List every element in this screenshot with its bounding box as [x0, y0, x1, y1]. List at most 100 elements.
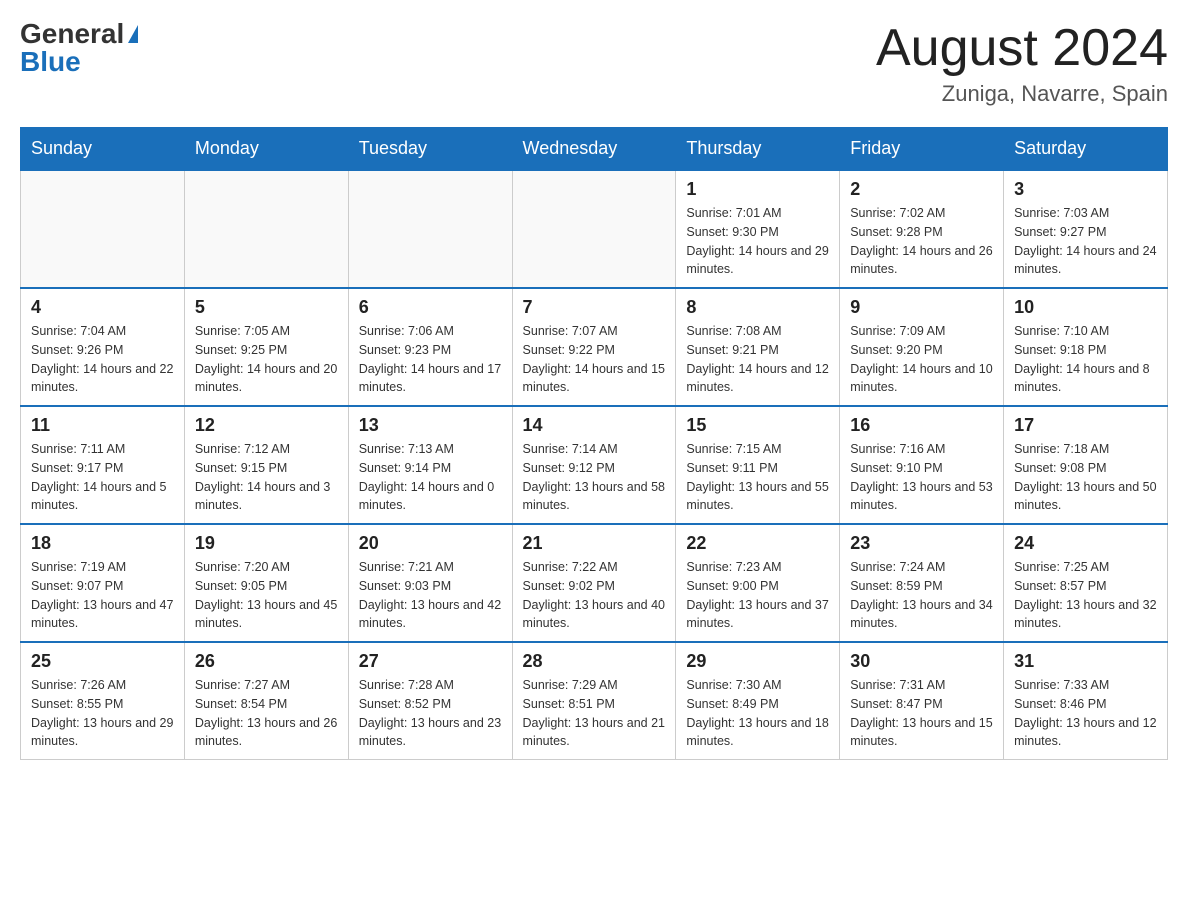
- day-number: 3: [1014, 179, 1157, 200]
- calendar-header-monday: Monday: [184, 128, 348, 171]
- day-number: 30: [850, 651, 993, 672]
- day-number: 18: [31, 533, 174, 554]
- day-number: 17: [1014, 415, 1157, 436]
- calendar-cell: 16 Sunrise: 7:16 AMSunset: 9:10 PMDayligh…: [840, 406, 1004, 524]
- day-number: 11: [31, 415, 174, 436]
- day-number: 19: [195, 533, 338, 554]
- day-info: Sunrise: 7:06 AMSunset: 9:23 PMDaylight:…: [359, 322, 502, 397]
- day-info: Sunrise: 7:24 AMSunset: 8:59 PMDaylight:…: [850, 558, 993, 633]
- calendar-cell: 6 Sunrise: 7:06 AMSunset: 9:23 PMDaylight…: [348, 288, 512, 406]
- day-info: Sunrise: 7:12 AMSunset: 9:15 PMDaylight:…: [195, 440, 338, 515]
- day-info: Sunrise: 7:19 AMSunset: 9:07 PMDaylight:…: [31, 558, 174, 633]
- day-number: 21: [523, 533, 666, 554]
- day-info: Sunrise: 7:08 AMSunset: 9:21 PMDaylight:…: [686, 322, 829, 397]
- calendar-cell: 18 Sunrise: 7:19 AMSunset: 9:07 PMDayligh…: [21, 524, 185, 642]
- day-info: Sunrise: 7:23 AMSunset: 9:00 PMDaylight:…: [686, 558, 829, 633]
- calendar-cell: 31Sunrise: 7:33 AMSunset: 8:46 PMDayligh…: [1004, 642, 1168, 760]
- calendar-cell: 26 Sunrise: 7:27 AMSunset: 8:54 PMDayligh…: [184, 642, 348, 760]
- calendar-header-tuesday: Tuesday: [348, 128, 512, 171]
- day-number: 27: [359, 651, 502, 672]
- day-info: Sunrise: 7:21 AMSunset: 9:03 PMDaylight:…: [359, 558, 502, 633]
- day-info: Sunrise: 7:09 AMSunset: 9:20 PMDaylight:…: [850, 322, 993, 397]
- day-number: 4: [31, 297, 174, 318]
- day-number: 26: [195, 651, 338, 672]
- day-info: Sunrise: 7:33 AMSunset: 8:46 PMDaylight:…: [1014, 676, 1157, 751]
- day-info: Sunrise: 7:27 AMSunset: 8:54 PMDaylight:…: [195, 676, 338, 751]
- day-number: 10: [1014, 297, 1157, 318]
- calendar-cell: 5Sunrise: 7:05 AMSunset: 9:25 PMDaylight…: [184, 288, 348, 406]
- day-number: 23: [850, 533, 993, 554]
- day-info: Sunrise: 7:16 AMSunset: 9:10 PMDaylight:…: [850, 440, 993, 515]
- calendar-header-thursday: Thursday: [676, 128, 840, 171]
- day-info: Sunrise: 7:14 AMSunset: 9:12 PMDaylight:…: [523, 440, 666, 515]
- calendar-cell: 29 Sunrise: 7:30 AMSunset: 8:49 PMDayligh…: [676, 642, 840, 760]
- calendar-cell: 12 Sunrise: 7:12 AMSunset: 9:15 PMDayligh…: [184, 406, 348, 524]
- logo-blue-text: Blue: [20, 48, 81, 76]
- day-number: 29: [686, 651, 829, 672]
- calendar-cell: 21 Sunrise: 7:22 AMSunset: 9:02 PMDayligh…: [512, 524, 676, 642]
- day-info: Sunrise: 7:22 AMSunset: 9:02 PMDaylight:…: [523, 558, 666, 633]
- calendar-cell: 24 Sunrise: 7:25 AMSunset: 8:57 PMDayligh…: [1004, 524, 1168, 642]
- calendar-header-sunday: Sunday: [21, 128, 185, 171]
- day-number: 6: [359, 297, 502, 318]
- day-info: Sunrise: 7:30 AMSunset: 8:49 PMDaylight:…: [686, 676, 829, 751]
- logo: General Blue: [20, 20, 138, 76]
- month-title: August 2024: [876, 20, 1168, 77]
- day-info: Sunrise: 7:07 AMSunset: 9:22 PMDaylight:…: [523, 322, 666, 397]
- day-number: 12: [195, 415, 338, 436]
- day-info: Sunrise: 7:31 AMSunset: 8:47 PMDaylight:…: [850, 676, 993, 751]
- calendar-cell: 19 Sunrise: 7:20 AMSunset: 9:05 PMDayligh…: [184, 524, 348, 642]
- calendar-cell: 17 Sunrise: 7:18 AMSunset: 9:08 PMDayligh…: [1004, 406, 1168, 524]
- day-number: 28: [523, 651, 666, 672]
- day-info: Sunrise: 7:25 AMSunset: 8:57 PMDaylight:…: [1014, 558, 1157, 633]
- calendar-cell: 7 Sunrise: 7:07 AMSunset: 9:22 PMDaylight…: [512, 288, 676, 406]
- calendar-cell: 30 Sunrise: 7:31 AMSunset: 8:47 PMDayligh…: [840, 642, 1004, 760]
- day-info: Sunrise: 7:01 AMSunset: 9:30 PMDaylight:…: [686, 204, 829, 279]
- calendar-cell: [348, 170, 512, 288]
- calendar-cell: 9 Sunrise: 7:09 AMSunset: 9:20 PMDaylight…: [840, 288, 1004, 406]
- day-number: 2: [850, 179, 993, 200]
- calendar-header-row: SundayMondayTuesdayWednesdayThursdayFrid…: [21, 128, 1168, 171]
- calendar-cell: 4 Sunrise: 7:04 AMSunset: 9:26 PMDaylight…: [21, 288, 185, 406]
- day-number: 16: [850, 415, 993, 436]
- calendar-cell: 10 Sunrise: 7:10 AMSunset: 9:18 PMDayligh…: [1004, 288, 1168, 406]
- day-number: 15: [686, 415, 829, 436]
- day-number: 13: [359, 415, 502, 436]
- day-info: Sunrise: 7:18 AMSunset: 9:08 PMDaylight:…: [1014, 440, 1157, 515]
- calendar-week-row: 11 Sunrise: 7:11 AMSunset: 9:17 PMDayligh…: [21, 406, 1168, 524]
- calendar-cell: 23 Sunrise: 7:24 AMSunset: 8:59 PMDayligh…: [840, 524, 1004, 642]
- logo-triangle-icon: [128, 25, 138, 43]
- day-info: Sunrise: 7:04 AMSunset: 9:26 PMDaylight:…: [31, 322, 174, 397]
- calendar-cell: 25Sunrise: 7:26 AMSunset: 8:55 PMDayligh…: [21, 642, 185, 760]
- day-info: Sunrise: 7:10 AMSunset: 9:18 PMDaylight:…: [1014, 322, 1157, 397]
- calendar-week-row: 1 Sunrise: 7:01 AMSunset: 9:30 PMDaylight…: [21, 170, 1168, 288]
- calendar-cell: 22 Sunrise: 7:23 AMSunset: 9:00 PMDayligh…: [676, 524, 840, 642]
- calendar-cell: 3Sunrise: 7:03 AMSunset: 9:27 PMDaylight…: [1004, 170, 1168, 288]
- calendar-cell: [512, 170, 676, 288]
- day-number: 7: [523, 297, 666, 318]
- calendar-cell: 11 Sunrise: 7:11 AMSunset: 9:17 PMDayligh…: [21, 406, 185, 524]
- calendar-cell: 28Sunrise: 7:29 AMSunset: 8:51 PMDayligh…: [512, 642, 676, 760]
- calendar-cell: 2 Sunrise: 7:02 AMSunset: 9:28 PMDaylight…: [840, 170, 1004, 288]
- day-number: 22: [686, 533, 829, 554]
- day-info: Sunrise: 7:20 AMSunset: 9:05 PMDaylight:…: [195, 558, 338, 633]
- calendar-header-wednesday: Wednesday: [512, 128, 676, 171]
- location-text: Zuniga, Navarre, Spain: [876, 81, 1168, 107]
- day-info: Sunrise: 7:13 AMSunset: 9:14 PMDaylight:…: [359, 440, 502, 515]
- day-number: 24: [1014, 533, 1157, 554]
- day-number: 20: [359, 533, 502, 554]
- day-number: 1: [686, 179, 829, 200]
- calendar-cell: 27Sunrise: 7:28 AMSunset: 8:52 PMDayligh…: [348, 642, 512, 760]
- calendar-cell: 20 Sunrise: 7:21 AMSunset: 9:03 PMDayligh…: [348, 524, 512, 642]
- day-number: 9: [850, 297, 993, 318]
- calendar-cell: [184, 170, 348, 288]
- day-number: 8: [686, 297, 829, 318]
- day-info: Sunrise: 7:02 AMSunset: 9:28 PMDaylight:…: [850, 204, 993, 279]
- day-number: 5: [195, 297, 338, 318]
- calendar-header-saturday: Saturday: [1004, 128, 1168, 171]
- day-number: 25: [31, 651, 174, 672]
- day-number: 14: [523, 415, 666, 436]
- day-info: Sunrise: 7:11 AMSunset: 9:17 PMDaylight:…: [31, 440, 174, 515]
- calendar-cell: 15 Sunrise: 7:15 AMSunset: 9:11 PMDayligh…: [676, 406, 840, 524]
- day-info: Sunrise: 7:15 AMSunset: 9:11 PMDaylight:…: [686, 440, 829, 515]
